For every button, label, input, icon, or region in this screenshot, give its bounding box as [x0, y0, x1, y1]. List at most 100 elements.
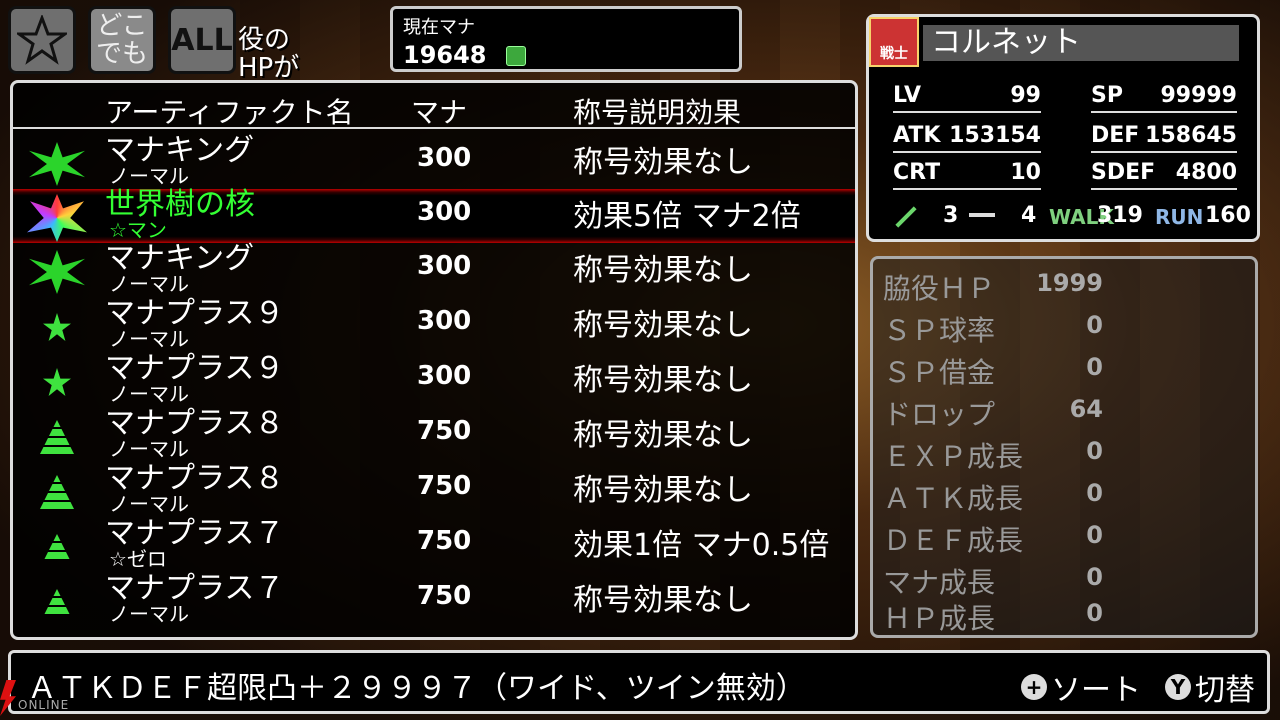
artifact-effect: 称号効果なし	[573, 418, 753, 453]
sub-stat-key: ＡＴＫ成長	[883, 482, 1024, 515]
artifact-rarity: ノーマル	[109, 327, 189, 351]
all-filter-button[interactable]: ALL	[168, 6, 236, 74]
artifact-effect: 称号効果なし	[573, 473, 753, 508]
pyramid-icon	[25, 412, 89, 462]
weapon-a-count: 3	[943, 203, 959, 228]
plus-button-icon: +	[1021, 674, 1047, 700]
artifact-row[interactable]: マナプラス８ ノーマル 750 称号効果なし	[13, 408, 855, 462]
star-icon	[17, 15, 67, 65]
run-value: 160	[1205, 203, 1251, 228]
artifact-row-selected[interactable]: 世界樹の核 ☆マン 300 効果5倍 マナ2倍	[13, 189, 855, 243]
sub-stat-row: マナ成長 0	[883, 561, 1103, 601]
artifact-name: マナプラス７	[105, 516, 285, 551]
artifact-mana: 750	[417, 526, 472, 556]
artifact-list-panel: アーティファクト名 マナ 称号説明効果 マナキング ノーマル 300 称号効果な…	[10, 80, 858, 640]
current-mana-label: 現在マナ	[403, 17, 475, 38]
artifact-name: マナプラス７	[105, 571, 285, 606]
artifact-row[interactable]: マナキング ノーマル 300 称号効果なし	[13, 243, 855, 297]
sort-button[interactable]: + ソート	[1021, 665, 1141, 709]
world-tree-core-icon	[25, 193, 89, 243]
stat-sdef: SDEF 4800	[1091, 160, 1237, 190]
pyramid-small-icon	[25, 577, 89, 627]
artifact-effect: 称号効果なし	[573, 253, 753, 288]
artifact-rarity: ノーマル	[109, 272, 189, 296]
class-label: 戦士	[880, 46, 908, 62]
stat-lv-key: LV	[893, 83, 922, 108]
artifact-rarity: ノーマル	[109, 382, 189, 406]
stat-sp-value: 99999	[1160, 83, 1237, 108]
artifact-mana: 750	[417, 581, 472, 611]
sub-stat-row: ドロップ 64	[883, 393, 1103, 433]
weapon-b-count: 4	[1021, 203, 1037, 228]
sword-icon	[895, 206, 917, 228]
sub-stat-value: 64	[1069, 395, 1103, 423]
artifact-rarity: ☆ゼロ	[109, 547, 167, 571]
burst-icon	[25, 247, 89, 297]
artifact-row[interactable]: マナキング ノーマル 300 称号効果なし	[13, 135, 855, 189]
sub-stat-key: マナ成長	[883, 566, 996, 599]
description-bar: ＡＴＫＤＥＦ超限凸＋２９９９７（ワイド、ツイン無効） + ソート Y 切替	[8, 650, 1270, 714]
background-peek-text: 役の HPが	[238, 25, 300, 83]
movement-stats-row: 3 4 WALK 319 RUN 160	[889, 203, 1251, 231]
stat-lv: LV 99	[893, 83, 1041, 113]
anywhere-filter-label: どこでも	[95, 11, 148, 69]
blade-icon	[969, 213, 995, 217]
artifact-mana: 300	[417, 306, 472, 336]
sub-stat-value: 0	[1086, 599, 1103, 627]
character-name: コルネット	[923, 25, 1239, 61]
site-logo-text: ONLINE	[18, 698, 70, 712]
pyramid-small-icon	[25, 522, 89, 572]
sub-stat-value: 0	[1086, 437, 1103, 465]
artifact-name: マナプラス９	[105, 296, 285, 331]
stat-crt: CRT 10	[893, 160, 1041, 190]
artifact-effect: 称号効果なし	[573, 308, 753, 343]
artifact-row[interactable]: マナプラス９ ノーマル 300 称号効果なし	[13, 298, 855, 352]
artifact-mana: 300	[417, 251, 472, 281]
stat-sdef-value: 4800	[1175, 160, 1237, 185]
artifact-mana: 300	[417, 361, 472, 391]
mana-icon	[505, 46, 526, 66]
stat-def-value: 158645	[1145, 123, 1237, 148]
sub-stat-row: ＥＸＰ成長 0	[883, 435, 1103, 475]
anywhere-filter-button[interactable]: どこでも	[88, 6, 156, 74]
sub-stat-value: 0	[1086, 521, 1103, 549]
artifact-name: 世界樹の核	[105, 187, 255, 222]
sub-stat-value: 0	[1086, 311, 1103, 339]
stat-def: DEF 158645	[1091, 123, 1237, 153]
sub-stat-row: ＡＴＫ成長 0	[883, 477, 1103, 517]
header-mana: マナ	[411, 96, 468, 129]
artifact-effect: 称号効果なし	[573, 363, 753, 398]
class-badge: 戦士	[869, 17, 919, 67]
sub-stat-key: ＥＸＰ成長	[883, 440, 1024, 473]
stat-sp-key: SP	[1091, 83, 1123, 108]
sub-stat-row: 脇役ＨＰ 1999	[883, 267, 1103, 307]
pyramid-icon	[25, 467, 89, 517]
stat-def-key: DEF	[1091, 123, 1140, 148]
artifact-list-header: アーティファクト名 マナ 称号説明効果	[13, 91, 855, 129]
stat-lv-value: 99	[1010, 83, 1041, 108]
walk-value: 319	[1097, 203, 1143, 228]
artifact-name: マナプラス８	[105, 406, 285, 441]
artifact-mana: 300	[417, 143, 472, 173]
stat-atk: ATK 153154	[893, 123, 1041, 153]
artifact-name: マナキング	[105, 133, 255, 168]
artifact-description: ＡＴＫＤＥＦ超限凸＋２９９９７（ワイド、ツイン無効）	[27, 671, 806, 706]
artifact-rarity: ノーマル	[109, 164, 189, 188]
favorite-star-button[interactable]	[8, 6, 76, 74]
current-mana-box: 現在マナ 19648	[390, 6, 742, 72]
sub-stat-row: ＳＰ借金 0	[883, 351, 1103, 391]
artifact-rarity: ノーマル	[109, 492, 189, 516]
sub-stat-key: ＳＰ球率	[883, 314, 996, 347]
stat-crt-value: 10	[1010, 160, 1041, 185]
sub-stat-row: ＤＥＦ成長 0	[883, 519, 1103, 559]
artifact-name: マナプラス９	[105, 351, 285, 386]
sub-stat-row: ＳＰ球率 0	[883, 309, 1103, 349]
artifact-row[interactable]: マナプラス９ ノーマル 300 称号効果なし	[13, 353, 855, 407]
artifact-row[interactable]: マナプラス７ ☆ゼロ 750 効果1倍 マナ0.5倍	[13, 518, 855, 572]
switch-button[interactable]: Y 切替	[1165, 665, 1255, 709]
y-button-icon: Y	[1165, 674, 1191, 700]
sub-stat-key: ＤＥＦ成長	[883, 524, 1024, 557]
sort-label: ソート	[1051, 673, 1141, 708]
artifact-row[interactable]: マナプラス８ ノーマル 750 称号効果なし	[13, 463, 855, 517]
artifact-row[interactable]: マナプラス７ ノーマル 750 称号効果なし	[13, 573, 855, 627]
